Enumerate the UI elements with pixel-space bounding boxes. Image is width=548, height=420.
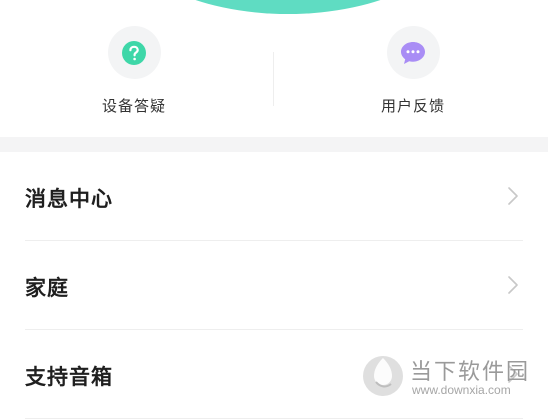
menu-item-label: 消息中心 xyxy=(25,187,113,211)
user-feedback-button[interactable]: 用户反馈 xyxy=(348,26,478,126)
user-feedback-label: 用户反馈 xyxy=(380,97,445,115)
question-circle-icon xyxy=(122,40,146,65)
device-qa-label: 设备答疑 xyxy=(101,97,166,115)
chevron-right-icon xyxy=(508,365,518,383)
menu-item-supported-speakers[interactable]: 支持音箱 xyxy=(25,330,523,419)
chevron-right-icon xyxy=(508,187,518,205)
settings-menu: 消息中心 家庭 支持音箱 xyxy=(0,152,548,419)
shortcut-divider xyxy=(273,52,274,106)
menu-item-family[interactable]: 家庭 xyxy=(25,241,523,330)
chat-bubble-icon xyxy=(401,41,425,64)
device-qa-button[interactable]: 设备答疑 xyxy=(69,26,199,126)
profile-page: 设备答疑 用户反馈 消息中心 家庭 支持音箱 当下软件园 www.downxia… xyxy=(0,0,548,420)
menu-item-label: 家庭 xyxy=(25,276,69,300)
menu-item-message-center[interactable]: 消息中心 xyxy=(25,152,523,241)
device-qa-icon-background xyxy=(107,26,161,79)
section-separator xyxy=(0,137,548,152)
user-feedback-icon-background xyxy=(386,26,440,79)
chevron-right-icon xyxy=(508,276,518,294)
menu-item-label: 支持音箱 xyxy=(25,365,113,389)
shortcut-row: 设备答疑 用户反馈 xyxy=(0,0,548,137)
